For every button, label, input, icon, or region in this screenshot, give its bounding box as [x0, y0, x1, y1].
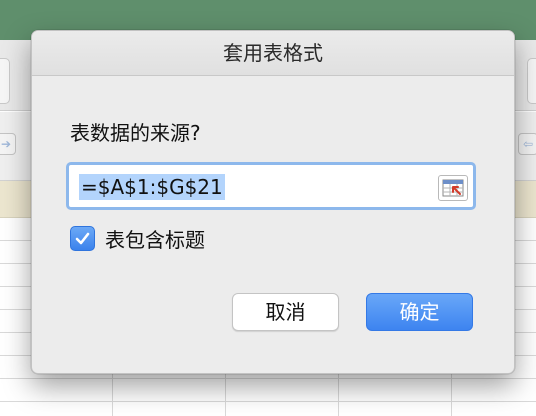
- arrow-icon[interactable]: ⇦: [518, 133, 536, 155]
- has-headers-checkbox[interactable]: [70, 225, 95, 251]
- range-value: =$A$1:$G$21: [79, 174, 225, 200]
- has-headers-option[interactable]: 表包含标题: [70, 222, 205, 254]
- cancel-button[interactable]: 取消: [232, 293, 339, 331]
- checkmark-icon: [75, 232, 90, 244]
- arrow-icon[interactable]: ➔: [0, 133, 16, 155]
- data-source-label: 表数据的来源?: [70, 121, 201, 145]
- format-as-table-dialog: 套用表格式 表数据的来源? =$A$1:$G$21 表包含标题 取消 确定: [31, 30, 515, 374]
- range-select-icon: [442, 179, 464, 197]
- ribbon-button-right[interactable]: [527, 58, 536, 104]
- dialog-title: 套用表格式: [32, 31, 514, 76]
- has-headers-label: 表包含标题: [105, 227, 205, 252]
- ok-button[interactable]: 确定: [366, 293, 473, 331]
- range-input[interactable]: =$A$1:$G$21: [79, 173, 429, 201]
- ribbon-button-left[interactable]: [0, 58, 10, 104]
- range-select-button[interactable]: [438, 175, 468, 201]
- range-field[interactable]: =$A$1:$G$21: [66, 162, 476, 210]
